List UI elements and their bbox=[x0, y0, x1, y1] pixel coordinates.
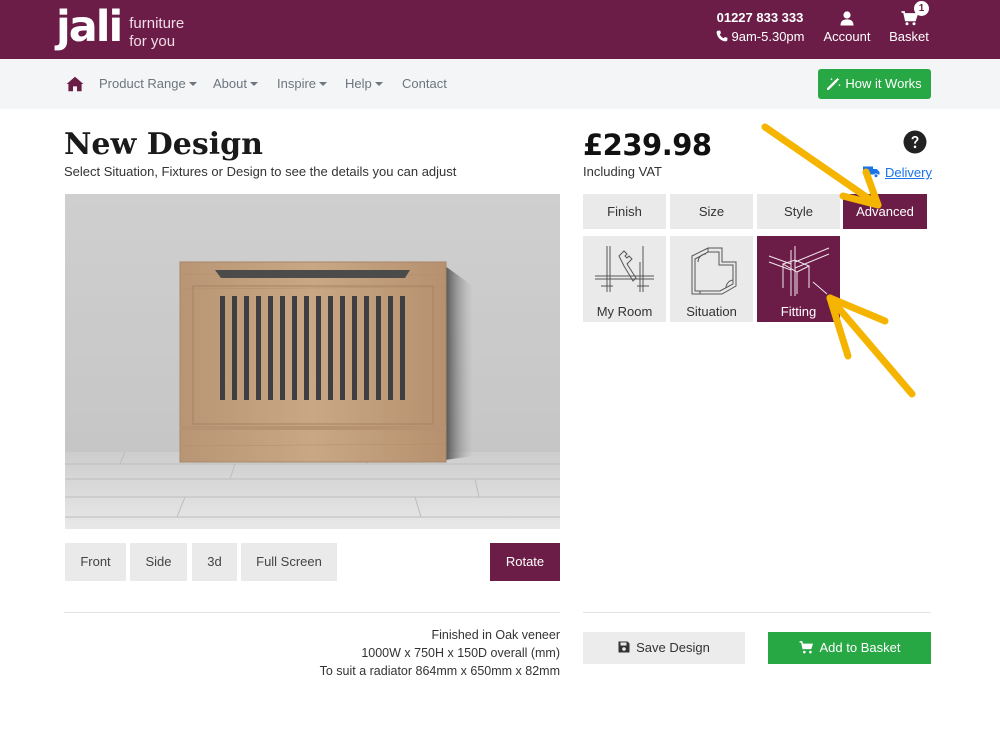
home-icon[interactable] bbox=[66, 76, 84, 92]
floppy-disk-icon bbox=[618, 641, 630, 653]
nav-product-range-label: Product Range bbox=[99, 76, 186, 91]
truck-icon bbox=[863, 166, 880, 179]
basket-label: Basket bbox=[889, 29, 929, 44]
full-screen-button[interactable]: Full Screen bbox=[241, 543, 337, 581]
tile-situation[interactable]: Situation bbox=[670, 236, 753, 322]
magic-wand-icon bbox=[827, 77, 842, 90]
page-title: New Design bbox=[64, 127, 263, 162]
site-logo[interactable]: jali furniture for you bbox=[56, 4, 184, 51]
tab-finish[interactable]: Finish bbox=[583, 194, 666, 229]
spec-radiator-fit: To suit a radiator 864mm x 650mm x 82mm bbox=[319, 664, 560, 678]
account-label: Account bbox=[823, 29, 871, 44]
cart-icon bbox=[799, 640, 813, 653]
tab-size[interactable]: Size bbox=[670, 194, 753, 229]
delivery-label: Delivery bbox=[885, 165, 932, 180]
tile-my-room[interactable]: My Room bbox=[583, 236, 666, 322]
view-front-button[interactable]: Front bbox=[65, 543, 126, 581]
vat-note: Including VAT bbox=[583, 164, 663, 179]
corner-fitting-icon bbox=[768, 246, 830, 296]
caret-down-icon bbox=[319, 81, 328, 86]
tab-advanced[interactable]: Advanced bbox=[843, 194, 927, 229]
account-button[interactable]: Account bbox=[820, 10, 874, 44]
help-icon[interactable] bbox=[903, 130, 927, 154]
radiator-cover-render bbox=[65, 194, 560, 529]
user-icon bbox=[840, 11, 854, 26]
nav-product-range[interactable]: Product Range bbox=[99, 76, 197, 92]
page-subtitle: Select Situation, Fixtures or Design to … bbox=[64, 164, 457, 179]
caret-down-icon bbox=[188, 81, 197, 86]
arrow-to-fitting-tile bbox=[826, 294, 916, 398]
basket-button[interactable]: Basket 1 bbox=[884, 1, 934, 44]
contact-phone[interactable]: 01227 833 333 9am-5.30pm bbox=[712, 10, 808, 45]
phone-icon bbox=[716, 30, 727, 42]
tile-situation-label: Situation bbox=[686, 304, 737, 319]
caret-down-icon bbox=[374, 81, 383, 86]
divider bbox=[64, 612, 560, 613]
nav-help[interactable]: Help bbox=[345, 76, 383, 92]
nav-about[interactable]: About bbox=[213, 76, 258, 92]
opening-hours: 9am-5.30pm bbox=[712, 29, 808, 45]
tile-my-room-label: My Room bbox=[596, 304, 653, 319]
main-nav: Product Range About Inspire Help Contact… bbox=[0, 59, 1000, 109]
logo-mark: jali bbox=[56, 2, 123, 52]
divider bbox=[583, 612, 931, 613]
logo-tagline: furniture for you bbox=[129, 15, 184, 51]
view-3d-button[interactable]: 3d bbox=[192, 543, 237, 581]
add-to-basket-button[interactable]: Add to Basket bbox=[768, 632, 931, 664]
save-design-label: Save Design bbox=[636, 640, 710, 655]
room-wrench-icon bbox=[595, 246, 654, 292]
view-side-button[interactable]: Side bbox=[130, 543, 187, 581]
spec-finish: Finished in Oak veneer bbox=[431, 628, 560, 642]
tile-fitting-label: Fitting bbox=[780, 304, 817, 319]
site-header: jali furniture for you 01227 833 333 9am… bbox=[0, 0, 1000, 59]
nav-contact-label: Contact bbox=[402, 76, 447, 91]
how-it-works-label: How it Works bbox=[845, 76, 922, 91]
add-to-basket-label: Add to Basket bbox=[819, 640, 901, 655]
nav-contact[interactable]: Contact bbox=[402, 76, 447, 92]
logo-tagline-line-1: furniture bbox=[129, 15, 185, 32]
spec-dimensions: 1000W x 750H x 150D overall (mm) bbox=[361, 646, 560, 660]
phone-number: 01227 833 333 bbox=[716, 10, 804, 25]
price: £239.98 bbox=[583, 128, 712, 162]
save-design-button[interactable]: Save Design bbox=[583, 632, 745, 664]
logo-tagline-line-2: for you bbox=[129, 33, 176, 50]
floorplan-icon bbox=[691, 247, 737, 295]
rotate-button[interactable]: Rotate bbox=[490, 543, 560, 581]
hours-text: 9am-5.30pm bbox=[731, 29, 805, 44]
product-3d-viewer[interactable] bbox=[65, 194, 560, 529]
tab-style[interactable]: Style bbox=[757, 194, 840, 229]
nav-inspire-label: Inspire bbox=[277, 76, 317, 91]
nav-help-label: Help bbox=[345, 76, 372, 91]
how-it-works-button[interactable]: How it Works bbox=[818, 69, 931, 99]
basket-count-badge: 1 bbox=[914, 1, 929, 16]
delivery-link[interactable]: Delivery bbox=[863, 165, 932, 180]
tile-fitting[interactable]: Fitting bbox=[757, 236, 840, 322]
caret-down-icon bbox=[249, 81, 258, 86]
nav-about-label: About bbox=[213, 76, 247, 91]
nav-inspire[interactable]: Inspire bbox=[277, 76, 328, 92]
